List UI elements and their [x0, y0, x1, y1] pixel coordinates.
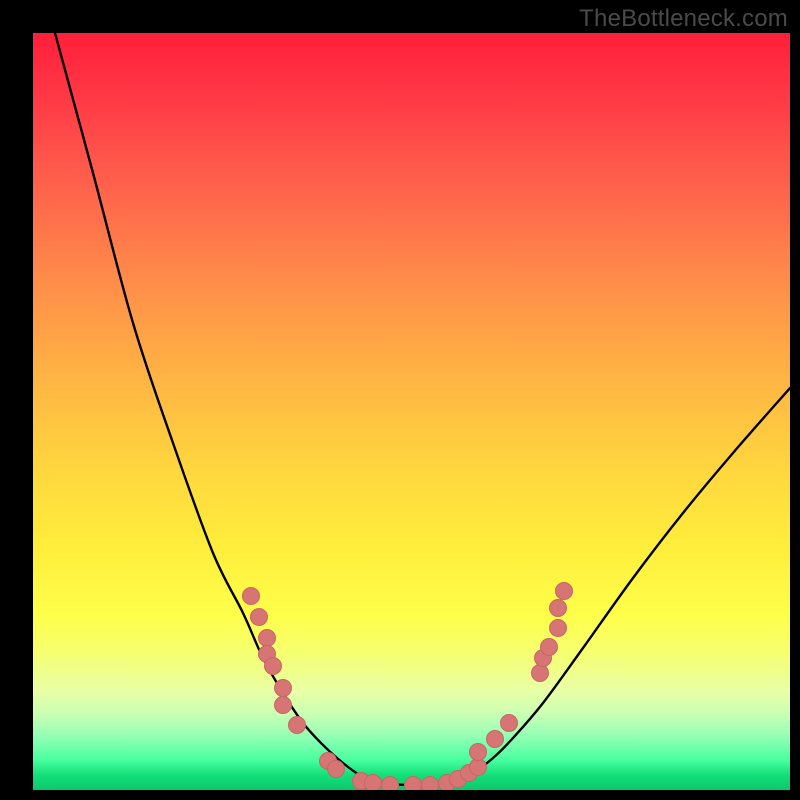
chart-svg: [33, 33, 790, 790]
data-marker: [275, 680, 292, 697]
data-marker: [275, 697, 292, 714]
data-markers: [243, 583, 573, 791]
data-marker: [405, 777, 422, 791]
data-marker: [550, 600, 567, 617]
data-marker: [289, 717, 306, 734]
plot-area: [33, 33, 790, 790]
data-marker: [382, 777, 399, 791]
data-marker: [365, 775, 382, 791]
data-marker: [251, 609, 268, 626]
data-marker: [532, 665, 549, 682]
bottleneck-curve: [55, 33, 790, 785]
data-marker: [470, 759, 487, 776]
outer-frame: TheBottleneck.com: [0, 0, 800, 800]
data-marker: [243, 588, 260, 605]
data-marker: [470, 744, 487, 761]
data-marker: [556, 583, 573, 600]
data-marker: [541, 639, 558, 656]
data-marker: [487, 731, 504, 748]
data-marker: [422, 777, 439, 791]
data-marker: [550, 620, 567, 637]
data-marker: [501, 715, 518, 732]
data-marker: [328, 761, 345, 778]
watermark-text: TheBottleneck.com: [579, 5, 788, 33]
data-marker: [259, 630, 276, 647]
data-marker: [265, 658, 282, 675]
